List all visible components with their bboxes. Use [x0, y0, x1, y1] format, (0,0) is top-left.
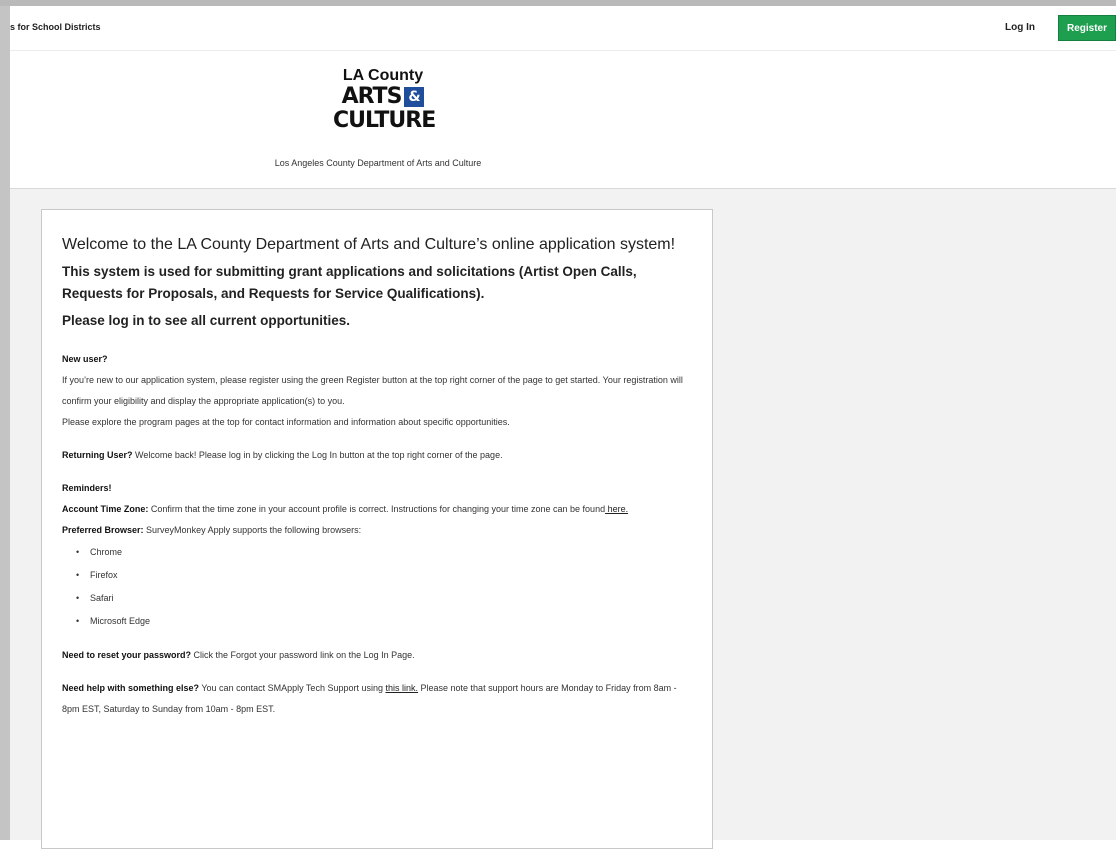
browser-list: Chrome Firefox Safari Microsoft Edge — [62, 541, 692, 633]
time-zone-reminder: Account Time Zone: Confirm that the time… — [62, 504, 629, 514]
new-user-heading: New user? — [62, 354, 108, 364]
department-name: Los Angeles County Department of Arts an… — [274, 158, 482, 168]
top-nav-bar: s for School Districts Log In Register — [10, 6, 1116, 51]
logo-line-arts: ARTS & — [333, 85, 433, 109]
reset-password-text: Need to reset your password? Click the F… — [62, 650, 415, 660]
intro-text: This system is used for submitting grant… — [62, 264, 637, 301]
tech-support-link[interactable]: this link. — [386, 683, 419, 693]
time-zone-help-link[interactable]: here. — [605, 504, 629, 514]
la-county-arts-culture-logo[interactable]: LA County ARTS & CULTURE — [333, 67, 436, 133]
logo-line-culture: CULTURE — [333, 108, 436, 133]
screenshot-frame-left — [0, 0, 10, 840]
help-text: Need help with something else? You can c… — [62, 683, 677, 714]
new-user-text: If you’re new to our application system,… — [62, 375, 683, 406]
logo-line-la-county: LA County — [342, 67, 424, 84]
page-header: LA County ARTS & CULTURE Los Angeles Cou… — [10, 51, 1116, 189]
preferred-browser-reminder: Preferred Browser: SurveyMonkey Apply su… — [62, 525, 362, 535]
nav-link-school-districts[interactable]: s for School Districts — [10, 22, 101, 32]
register-button[interactable]: Register — [1058, 15, 1116, 41]
list-item: Safari — [76, 587, 692, 610]
login-link[interactable]: Log In — [1005, 22, 1035, 33]
welcome-heading: Welcome to the LA County Department of A… — [62, 236, 676, 253]
logo-ampersand-badge: & — [404, 87, 425, 107]
explore-text: Please explore the program pages at the … — [62, 417, 510, 427]
list-item: Firefox — [76, 564, 692, 587]
returning-user-text: Returning User? Welcome back! Please log… — [62, 450, 503, 460]
login-prompt: Please log in to see all current opportu… — [62, 313, 351, 328]
welcome-card: Welcome to the LA County Department of A… — [41, 209, 713, 849]
list-item: Microsoft Edge — [76, 610, 692, 633]
reminders-heading: Reminders! — [62, 483, 112, 493]
logo-word-arts: ARTS — [341, 84, 403, 109]
list-item: Chrome — [76, 541, 692, 564]
